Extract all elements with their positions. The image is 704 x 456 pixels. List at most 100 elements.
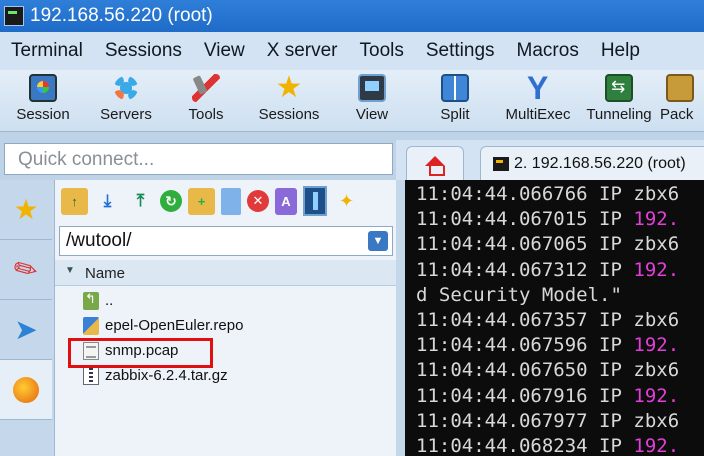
terminal-text: d Security Model."	[416, 283, 622, 306]
terminal-proto: IP	[599, 183, 622, 205]
sidetab-sftp[interactable]	[0, 360, 52, 420]
splitter[interactable]	[396, 180, 405, 456]
send-icon: ➤	[14, 314, 38, 345]
terminal-line: d Security Model."	[416, 283, 704, 308]
terminal-host: zbx6	[633, 409, 680, 432]
parent-folder-icon[interactable]: ↑	[61, 187, 88, 215]
menu-terminal[interactable]: Terminal	[0, 40, 94, 62]
terminal-proto: IP	[599, 258, 622, 281]
list-item[interactable]: snmp.pcap	[55, 338, 397, 363]
session-tab-strip: 2. 192.168.56.220 (root)	[396, 140, 704, 180]
sidetab-macros[interactable]: ➤	[0, 300, 52, 360]
terminal-proto: IP	[599, 233, 622, 256]
sftp-browser: ↑ ⤓ ⤒ ↻ + ✕ A ✦ /wutool/ ▼ ▼ Name .. epe…	[54, 180, 397, 456]
terminal-timestamp: 11:04:44.068234	[416, 435, 588, 456]
star-icon: ★	[275, 71, 303, 104]
magic-wand-icon[interactable]: ✦	[333, 188, 360, 215]
terminal-proto: IP	[599, 409, 622, 432]
terminal-host: zbx6	[633, 183, 680, 205]
chevron-down-icon[interactable]: ▼	[368, 231, 388, 251]
terminal-host: 192.	[633, 384, 680, 407]
terminal-line: 11:04:44.067596 IP 192.	[416, 333, 704, 358]
delete-icon[interactable]: ✕	[247, 190, 269, 212]
window-title: 192.168.56.220 (root)	[30, 5, 213, 26]
list-item[interactable]: ..	[55, 288, 397, 313]
follow-terminal-folder-icon[interactable]	[303, 186, 327, 216]
split-button[interactable]: Split	[412, 70, 498, 123]
globe-icon	[13, 376, 39, 403]
menu-view[interactable]: View	[193, 40, 256, 62]
terminal-timestamp: 11:04:44.067650	[416, 359, 588, 382]
packages-button[interactable]: Pack	[660, 70, 704, 123]
packages-icon	[666, 74, 694, 102]
sftp-path-text: /wutool/	[66, 230, 132, 251]
split-icon	[441, 74, 469, 102]
servers-icon	[112, 74, 140, 102]
sort-arrow-icon: ▼	[65, 265, 75, 276]
list-item[interactable]: epel-OpenEuler.repo	[55, 313, 397, 338]
archive-file-icon	[83, 366, 99, 385]
servers-button[interactable]: Servers	[86, 70, 166, 123]
sftp-path-field[interactable]: /wutool/ ▼	[59, 226, 393, 256]
menu-help[interactable]: Help	[590, 40, 651, 62]
rename-icon[interactable]: A	[275, 187, 297, 215]
terminal-line: 11:04:44.067650 IP zbx6	[416, 358, 704, 383]
terminal-line: 11:04:44.067357 IP zbx6	[416, 308, 704, 333]
list-item[interactable]: zabbix-6.2.4.tar.gz	[55, 363, 397, 388]
upload-icon[interactable]: ⤒	[127, 188, 154, 215]
session-icon	[29, 74, 57, 102]
menu-settings[interactable]: Settings	[415, 40, 506, 62]
star-icon: ★	[13, 194, 39, 225]
menu-x-server[interactable]: X server	[256, 40, 349, 62]
parent-folder-icon	[83, 291, 99, 310]
menu-sessions[interactable]: Sessions	[94, 40, 193, 62]
quick-connect-input[interactable]: Quick connect...	[4, 143, 393, 175]
sidetab-sessions[interactable]: ★	[0, 180, 52, 240]
view-button-label: View	[355, 106, 389, 123]
home-icon	[425, 155, 445, 176]
menu-tools[interactable]: Tools	[349, 40, 415, 62]
sessions-button[interactable]: ★ Sessions	[246, 70, 332, 124]
sessions-button-label: Sessions	[258, 106, 320, 123]
tools-icon: ✎	[8, 250, 44, 289]
terminal-line: 11:04:44.066766 IP zbx6	[416, 182, 704, 207]
new-folder-icon[interactable]: +	[188, 187, 215, 215]
terminal-proto: IP	[599, 359, 622, 382]
home-tab[interactable]	[406, 146, 464, 180]
tunneling-button[interactable]: Tunneling	[578, 70, 660, 123]
session-button-label: Session	[16, 106, 70, 123]
terminal-proto: IP	[599, 309, 622, 332]
tunneling-button-label: Tunneling	[586, 106, 652, 123]
column-header-name[interactable]: ▼ Name	[55, 260, 397, 286]
split-button-label: Split	[440, 106, 470, 123]
file-name: epel-OpenEuler.repo	[105, 317, 244, 334]
terminal-host: zbx6	[633, 359, 680, 382]
terminal-timestamp: 11:04:44.067357	[416, 309, 588, 332]
terminal-host: 192.	[633, 435, 680, 456]
menu-macros[interactable]: Macros	[506, 40, 590, 62]
new-file-icon[interactable]	[221, 187, 241, 215]
refresh-icon[interactable]: ↻	[160, 190, 182, 212]
tools-button-label: Tools	[188, 106, 224, 123]
terminal-timestamp: 11:04:44.067312	[416, 258, 588, 281]
multiexec-button[interactable]: MultiExec	[498, 70, 578, 123]
tools-button[interactable]: Tools	[166, 70, 246, 123]
session-button[interactable]: Session	[0, 70, 86, 123]
sftp-toolbar: ↑ ⤓ ⤒ ↻ + ✕ A ✦	[55, 180, 396, 222]
main-toolbar: Session Servers Tools ★ Sessions View Sp…	[0, 70, 704, 132]
terminal-host: zbx6	[633, 233, 680, 256]
terminal-line: 11:04:44.068234 IP 192.	[416, 434, 704, 456]
file-name: snmp.pcap	[105, 342, 179, 359]
terminal-proto: IP	[599, 208, 622, 231]
tab-session-2[interactable]: 2. 192.168.56.220 (root)	[480, 146, 704, 180]
terminal-output[interactable]: 11:04:44.066766 IP zbx6 11:04:44.067015 I…	[405, 180, 704, 456]
packages-button-label: Pack	[660, 106, 694, 123]
terminal-host: 192.	[633, 208, 680, 231]
terminal-icon	[493, 156, 509, 171]
title-bar: 192.168.56.220 (root)	[0, 0, 704, 32]
terminal-line: 11:04:44.067916 IP 192.	[416, 384, 704, 409]
download-icon[interactable]: ⤓	[94, 188, 121, 215]
terminal-proto: IP	[599, 435, 622, 456]
view-button[interactable]: View	[332, 70, 412, 123]
sidetab-tools[interactable]: ✎	[0, 240, 52, 300]
